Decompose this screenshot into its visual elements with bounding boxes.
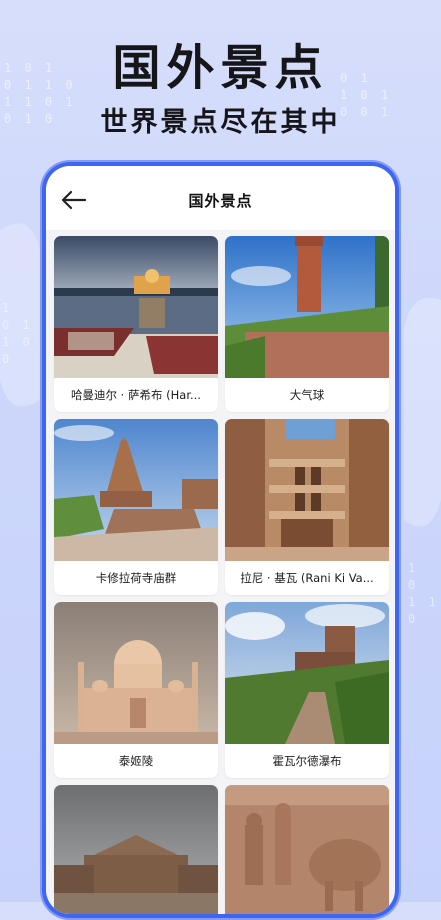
attraction-name: 大气球 bbox=[289, 388, 325, 402]
attraction-name: 卡修拉荷寺庙群 bbox=[95, 571, 177, 585]
attraction-photo bbox=[54, 602, 218, 744]
attraction-card[interactable] bbox=[225, 785, 389, 914]
hero-title: 国外景点 bbox=[112, 40, 329, 96]
attraction-photo bbox=[225, 236, 389, 378]
attraction-photo bbox=[54, 419, 218, 561]
attraction-card[interactable] bbox=[54, 785, 218, 914]
phone-frame: 国外景点 哈曼迪尔 · 萨希布 (Har... 大气球 卡修拉荷寺庙群 拉尼 ·… bbox=[40, 160, 401, 920]
attraction-card[interactable]: 霍瓦尔德瀑布 bbox=[225, 602, 389, 778]
attraction-name: 霍瓦尔德瀑布 bbox=[272, 754, 342, 768]
attraction-card[interactable]: 泰姬陵 bbox=[54, 602, 218, 778]
app-screen: 国外景点 哈曼迪尔 · 萨希布 (Har... 大气球 卡修拉荷寺庙群 拉尼 ·… bbox=[46, 166, 395, 914]
attraction-grid: 哈曼迪尔 · 萨希布 (Har... 大气球 卡修拉荷寺庙群 拉尼 · 基瓦 (… bbox=[54, 236, 389, 914]
attraction-photo bbox=[54, 236, 218, 378]
attraction-card[interactable]: 拉尼 · 基瓦 (Rani Ki Va... bbox=[225, 419, 389, 595]
attraction-photo bbox=[225, 419, 389, 561]
attraction-photo bbox=[225, 785, 389, 914]
attraction-card[interactable]: 卡修拉荷寺庙群 bbox=[54, 419, 218, 595]
attraction-card[interactable]: 大气球 bbox=[225, 236, 389, 412]
attraction-name: 哈曼迪尔 · 萨希布 (Har... bbox=[71, 388, 201, 402]
attraction-name: 泰姬陵 bbox=[118, 754, 154, 768]
hero-subtitle: 世界景点尽在其中 bbox=[100, 107, 341, 138]
attraction-name: 拉尼 · 基瓦 (Rani Ki Va... bbox=[240, 571, 374, 585]
attraction-photo bbox=[54, 785, 218, 914]
page-title: 国外景点 bbox=[188, 192, 253, 210]
attraction-card[interactable]: 哈曼迪尔 · 萨希布 (Har... bbox=[54, 236, 218, 412]
app-bar: 国外景点 bbox=[46, 166, 395, 230]
attraction-photo bbox=[225, 602, 389, 744]
